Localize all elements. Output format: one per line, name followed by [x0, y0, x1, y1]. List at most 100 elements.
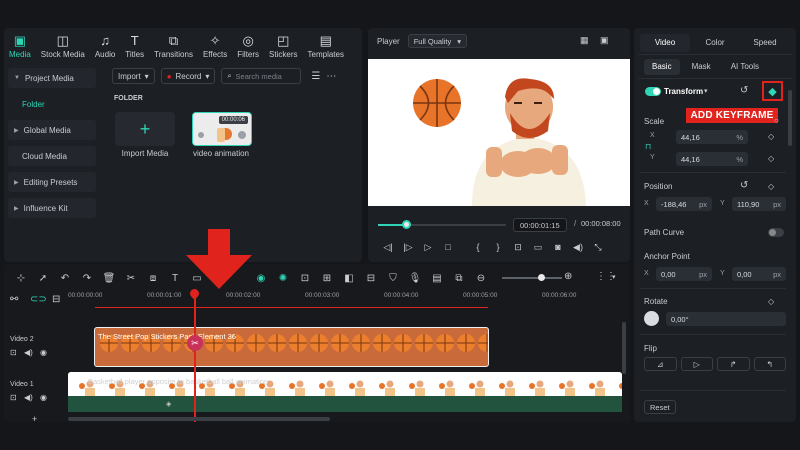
sidebar-item-influence-kit[interactable]: ▶ Influence Kit: [8, 198, 96, 218]
subtab-basic[interactable]: Basic: [644, 59, 680, 75]
camera-icon[interactable]: ◙: [548, 242, 568, 252]
scale-y-field[interactable]: 44,16%: [676, 152, 748, 166]
keyframe-diamond-icon[interactable]: ◈: [166, 400, 171, 408]
scale-reset-icon[interactable]: ○: [774, 116, 779, 125]
pointer-icon[interactable]: ➚: [32, 273, 54, 284]
zoom-in-icon[interactable]: ⊕: [564, 271, 572, 282]
tab-transitions[interactable]: ⧉ Transitions: [149, 28, 198, 64]
path-curve-toggle[interactable]: [768, 228, 784, 237]
tab-audio[interactable]: ♫ Audio: [90, 28, 120, 64]
undo-icon[interactable]: ↶: [54, 273, 76, 284]
text-icon[interactable]: T: [164, 273, 186, 284]
rotate-field[interactable]: 0,00°: [666, 312, 786, 326]
position-x-field[interactable]: -188,46 px: [656, 197, 712, 211]
reset-button[interactable]: Reset: [644, 400, 676, 414]
timeline-horizontal-scrollbar[interactable]: [68, 417, 330, 421]
fullscreen-grid-icon[interactable]: ▣: [600, 35, 609, 46]
magnet-icon[interactable]: ⊂⊃: [30, 294, 47, 305]
stop-icon[interactable]: □: [438, 242, 458, 252]
keyframe-diamond-icon[interactable]: ◇: [768, 154, 774, 163]
track-manage-icon[interactable]: ⊟: [52, 294, 60, 305]
more-icon[interactable]: ⋯: [326, 71, 336, 82]
expand-icon[interactable]: ⤡: [588, 242, 608, 253]
flip-horizontal-button[interactable]: ▷: [680, 357, 713, 371]
redo-icon[interactable]: ↷: [76, 273, 98, 284]
eye-icon[interactable]: ◉: [40, 348, 47, 357]
tab-video[interactable]: Video: [640, 34, 690, 52]
video-thumbnail[interactable]: 00:00:06: [192, 112, 252, 146]
sidebar-item-cloud-media[interactable]: Cloud Media: [8, 146, 96, 166]
record-dropdown[interactable]: ● Record ▾: [160, 68, 216, 84]
clip-icon[interactable]: ⊡: [10, 393, 17, 402]
snap-icon[interactable]: ⊟: [360, 273, 382, 284]
anchor-x-field[interactable]: 0,00 px: [656, 267, 712, 281]
rotate-right-button[interactable]: ↱: [717, 357, 750, 371]
scissors-icon[interactable]: ✂: [187, 335, 203, 351]
tab-stickers[interactable]: ◰ Stickers: [264, 28, 302, 64]
scale-x-field[interactable]: 44,16%: [676, 130, 748, 144]
delete-icon[interactable]: 🗑: [98, 273, 120, 284]
zoom-handle[interactable]: [538, 274, 545, 281]
sidebar-item-editing-presets[interactable]: ▶ Editing Presets: [8, 172, 96, 192]
sidebar-item-folder[interactable]: Folder: [8, 94, 96, 114]
keyframe-diamond-icon[interactable]: ◇: [768, 182, 774, 191]
sidebar-item-project-media[interactable]: ▼ Project Media: [8, 68, 96, 88]
search-input[interactable]: ⌕ Search media: [221, 68, 302, 84]
chevron-down-icon[interactable]: ▾: [612, 273, 616, 281]
tab-color[interactable]: Color: [690, 34, 740, 52]
link-icon[interactable]: ⚯: [10, 294, 18, 305]
timeline-vertical-scrollbar[interactable]: [622, 322, 626, 374]
current-time[interactable]: 00:00:01:15: [513, 218, 567, 232]
quality-dropdown[interactable]: Full Quality ▾: [407, 34, 467, 48]
tab-media[interactable]: ▣ Media: [4, 28, 36, 64]
mark-out-icon[interactable]: }: [488, 242, 508, 252]
zoom-slider[interactable]: [502, 277, 562, 279]
pip-icon[interactable]: ⧉: [448, 273, 470, 284]
render-icon[interactable]: ⊡: [508, 242, 528, 253]
transform-toggle[interactable]: [645, 87, 661, 96]
lock-icon[interactable]: ⊓: [645, 142, 651, 151]
mark-in-icon[interactable]: {: [468, 242, 488, 252]
tab-filters[interactable]: ◎ Filters: [232, 28, 264, 64]
screen-icon[interactable]: ⊞: [316, 273, 338, 284]
import-dropdown[interactable]: Import ▾: [112, 68, 155, 84]
auto-icon[interactable]: ✺: [272, 273, 294, 284]
time-ruler[interactable]: 00:00:00:00 00:00:01:00 00:00:02:00 00:00:0…: [68, 292, 630, 306]
microphone-icon[interactable]: 🎙: [404, 273, 426, 284]
monitor-icon[interactable]: ▭: [528, 242, 548, 253]
tab-stock-media[interactable]: ◫ Stock Media: [36, 28, 90, 64]
subtitle-icon[interactable]: ▤: [426, 273, 448, 284]
scrubber-handle[interactable]: [402, 220, 411, 229]
split-icon[interactable]: ✂: [120, 273, 142, 284]
keyframe-diamond-icon[interactable]: ◇: [768, 132, 774, 141]
volume-icon[interactable]: ◀): [568, 242, 588, 253]
tab-titles[interactable]: T Titles: [120, 28, 149, 64]
zoom-out-icon[interactable]: ⊖: [470, 273, 492, 284]
position-reset-icon[interactable]: ↺: [740, 180, 748, 191]
add-track-icon[interactable]: +: [32, 414, 37, 424]
rotate-left-button[interactable]: ↰: [753, 357, 786, 371]
flip-vertical-button[interactable]: ⊿: [644, 357, 677, 371]
play-icon[interactable]: ▷: [418, 242, 438, 253]
tab-templates[interactable]: ▤ Templates: [303, 28, 349, 64]
volume-icon[interactable]: ◀): [24, 393, 33, 402]
anchor-y-field[interactable]: 0,00 px: [732, 267, 786, 281]
subtab-mask[interactable]: Mask: [684, 59, 719, 75]
audio-mix-icon[interactable]: ◧: [338, 273, 360, 284]
render-preview-icon[interactable]: ⊡: [294, 273, 316, 284]
eye-icon[interactable]: ◉: [40, 393, 47, 402]
keyframe-diamond-icon[interactable]: ◇: [768, 297, 774, 306]
reset-icon[interactable]: ↺: [740, 85, 748, 96]
clip-icon[interactable]: ⊡: [10, 348, 17, 357]
position-y-field[interactable]: 110,90 px: [732, 197, 786, 211]
ai-icon[interactable]: ◉: [250, 273, 272, 284]
tab-speed[interactable]: Speed: [740, 34, 790, 52]
import-media-tile[interactable]: +: [115, 112, 175, 146]
select-tool-icon[interactable]: ⊹: [10, 273, 32, 284]
tab-effects[interactable]: ✧ Effects: [198, 28, 232, 64]
properties-scrollbar[interactable]: [788, 90, 792, 146]
crop-icon[interactable]: ⧈: [142, 273, 164, 284]
subtab-ai-tools[interactable]: AI Tools: [723, 59, 767, 75]
add-keyframe-button[interactable]: ◆: [762, 81, 783, 101]
filter-icon[interactable]: ☰: [311, 71, 320, 82]
